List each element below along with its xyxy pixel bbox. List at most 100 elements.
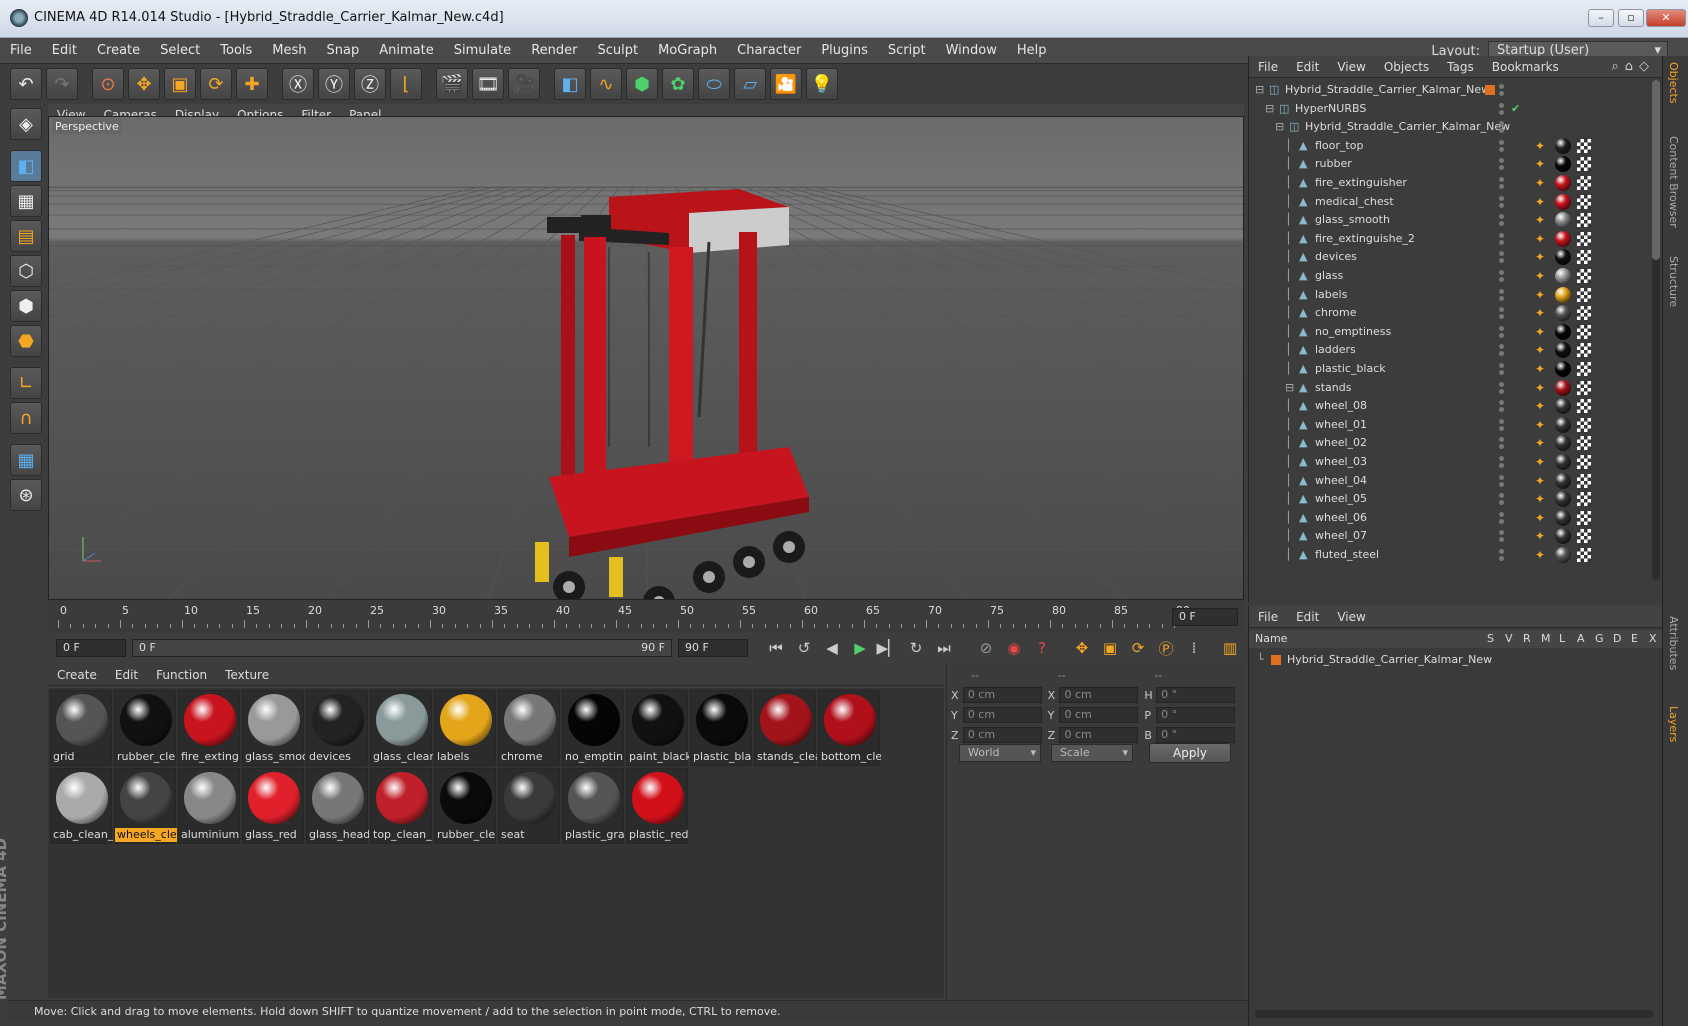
keyframe-selection-icon[interactable]: ?: [1029, 636, 1055, 660]
material-swatch[interactable]: glass_clear: [370, 690, 433, 766]
uvw-tag-icon[interactable]: [1577, 324, 1591, 339]
object-row[interactable]: │ ▲ labels ✦: [1249, 285, 1649, 305]
layer-col-x[interactable]: X: [1649, 630, 1657, 648]
material-menu-create[interactable]: Create: [48, 664, 106, 686]
material-menu-function[interactable]: Function: [147, 664, 216, 686]
rotation-key-icon[interactable]: ⟳: [1125, 636, 1151, 660]
visibility-toggle-icon[interactable]: [1497, 303, 1513, 323]
next-key-icon[interactable]: ↻: [903, 636, 929, 660]
model-mode-icon[interactable]: ◧: [10, 150, 42, 182]
uvw-tag-icon[interactable]: [1577, 492, 1591, 507]
uvw-tag-icon[interactable]: [1577, 176, 1591, 190]
points-mode-icon[interactable]: ⬡: [10, 255, 42, 287]
object-menu-view[interactable]: View: [1328, 56, 1374, 78]
tree-expander-icon[interactable]: │: [1285, 340, 1292, 360]
tree-expander-icon[interactable]: │: [1285, 359, 1292, 379]
render-picture-viewer-icon[interactable]: 🎞: [472, 68, 504, 100]
tree-expander-icon[interactable]: │: [1285, 192, 1292, 212]
menu-simulate[interactable]: Simulate: [444, 38, 521, 64]
object-row[interactable]: ⊟ ◫ Hybrid_Straddle_Carrier_Kalmar_New: [1249, 117, 1649, 137]
autokey-icon[interactable]: ◉: [1001, 636, 1027, 660]
coord-field[interactable]: 0 cm: [962, 707, 1042, 723]
visibility-toggle-icon[interactable]: [1497, 80, 1513, 100]
object-row[interactable]: │ ▲ wheel_04 ✦: [1249, 471, 1649, 491]
object-row[interactable]: ⊟ ◫ Hybrid_Straddle_Carrier_Kalmar_New: [1249, 80, 1649, 100]
texture-mode-icon[interactable]: ▦: [10, 185, 42, 217]
menu-mograph[interactable]: MoGraph: [648, 38, 727, 64]
menu-sculpt[interactable]: Sculpt: [587, 38, 648, 64]
material-swatch[interactable]: devices: [306, 690, 368, 766]
redo-icon[interactable]: ↷: [46, 68, 78, 100]
coordinate-system-icon[interactable]: ⌊: [390, 68, 422, 100]
object-row[interactable]: │ ▲ wheel_02 ✦: [1249, 433, 1649, 453]
undo-icon[interactable]: ↶: [10, 68, 42, 100]
go-to-start-icon[interactable]: ⏮: [763, 636, 789, 660]
menu-help[interactable]: Help: [1007, 38, 1057, 64]
material-tag-icon[interactable]: [1555, 156, 1571, 173]
menu-render[interactable]: Render: [521, 38, 587, 64]
tree-expander-icon[interactable]: │: [1285, 285, 1292, 305]
material-swatch[interactable]: bottom_cle: [818, 690, 881, 766]
material-tag-icon[interactable]: [1555, 509, 1571, 526]
tree-expander-icon[interactable]: │: [1285, 471, 1292, 491]
material-swatch[interactable]: wheels_cle: [114, 768, 177, 844]
visibility-toggle-icon[interactable]: [1497, 266, 1513, 286]
uvw-tag-icon[interactable]: [1577, 138, 1591, 153]
tree-expander-icon[interactable]: │: [1285, 489, 1292, 509]
layer-col-m[interactable]: M: [1541, 630, 1551, 648]
visibility-toggle-icon[interactable]: [1497, 415, 1513, 435]
coord-field[interactable]: 0 cm: [962, 687, 1042, 703]
tree-expander-icon[interactable]: │: [1285, 322, 1292, 342]
coord-field[interactable]: 0 °: [1156, 727, 1236, 743]
uvw-tag-icon[interactable]: [1577, 269, 1591, 283]
array-icon[interactable]: ✿: [662, 68, 694, 100]
menu-create[interactable]: Create: [87, 38, 150, 64]
tree-expander-icon[interactable]: │: [1285, 303, 1292, 323]
layer-col-v[interactable]: V: [1505, 630, 1513, 648]
coord-field[interactable]: 0 cm: [962, 727, 1042, 743]
material-swatch[interactable]: plastic_bla: [690, 690, 752, 766]
visibility-toggle-icon[interactable]: [1497, 452, 1513, 472]
material-tag-icon[interactable]: [1555, 398, 1571, 415]
menu-edit[interactable]: Edit: [42, 38, 87, 64]
workplane-mode-icon[interactable]: ▤: [10, 220, 42, 252]
object-menu-objects[interactable]: Objects: [1375, 56, 1438, 78]
tree-expander-icon[interactable]: │: [1285, 136, 1292, 156]
tab-objects[interactable]: Objects: [1667, 62, 1680, 104]
object-row[interactable]: │ ▲ glass ✦: [1249, 266, 1649, 286]
tree-expander-icon[interactable]: │: [1285, 154, 1292, 174]
material-swatch[interactable]: glass_head: [306, 768, 369, 844]
object-row[interactable]: │ ▲ plastic_black ✦: [1249, 359, 1649, 379]
visibility-toggle-icon[interactable]: [1497, 489, 1513, 509]
material-swatch[interactable]: grid: [50, 690, 112, 766]
tree-expander-icon[interactable]: │: [1285, 210, 1292, 230]
layer-menu-file[interactable]: File: [1249, 606, 1287, 628]
visibility-toggle-icon[interactable]: [1497, 545, 1513, 565]
floor-icon[interactable]: ▱: [734, 68, 766, 100]
object-row[interactable]: ⊟ ▲ stands ✦: [1249, 378, 1649, 398]
material-tag-icon[interactable]: [1555, 361, 1571, 377]
camera-icon[interactable]: 🎦: [770, 68, 802, 100]
menu-file[interactable]: File: [0, 38, 42, 64]
uvw-tag-icon[interactable]: [1577, 343, 1591, 358]
visibility-toggle-icon[interactable]: [1497, 396, 1513, 416]
point-level-key-icon[interactable]: ⁞: [1181, 636, 1207, 660]
uvw-tag-icon[interactable]: [1577, 473, 1591, 488]
tree-expander-icon[interactable]: │: [1285, 266, 1292, 286]
uvw-tag-icon[interactable]: [1577, 399, 1591, 414]
visibility-toggle-icon[interactable]: [1497, 526, 1513, 546]
timeline-icon[interactable]: ▥: [1217, 636, 1243, 660]
layer-col-s[interactable]: S: [1487, 630, 1494, 648]
menu-animate[interactable]: Animate: [369, 38, 443, 64]
material-swatch[interactable]: plastic_red: [626, 768, 688, 844]
material-swatch[interactable]: seat: [498, 768, 560, 844]
render-view-icon[interactable]: 🎬: [436, 68, 468, 100]
layer-menu-edit[interactable]: Edit: [1287, 606, 1328, 628]
object-row[interactable]: │ ▲ wheel_03 ✦: [1249, 452, 1649, 472]
uvw-tag-icon[interactable]: [1577, 213, 1591, 228]
viewport-perspective[interactable]: Perspective: [48, 116, 1244, 600]
object-row[interactable]: │ ▲ devices ✦: [1249, 247, 1649, 267]
material-tag-icon[interactable]: [1555, 379, 1571, 396]
uvw-tag-icon[interactable]: [1577, 250, 1591, 265]
material-swatch[interactable]: cab_clean_: [50, 768, 113, 844]
